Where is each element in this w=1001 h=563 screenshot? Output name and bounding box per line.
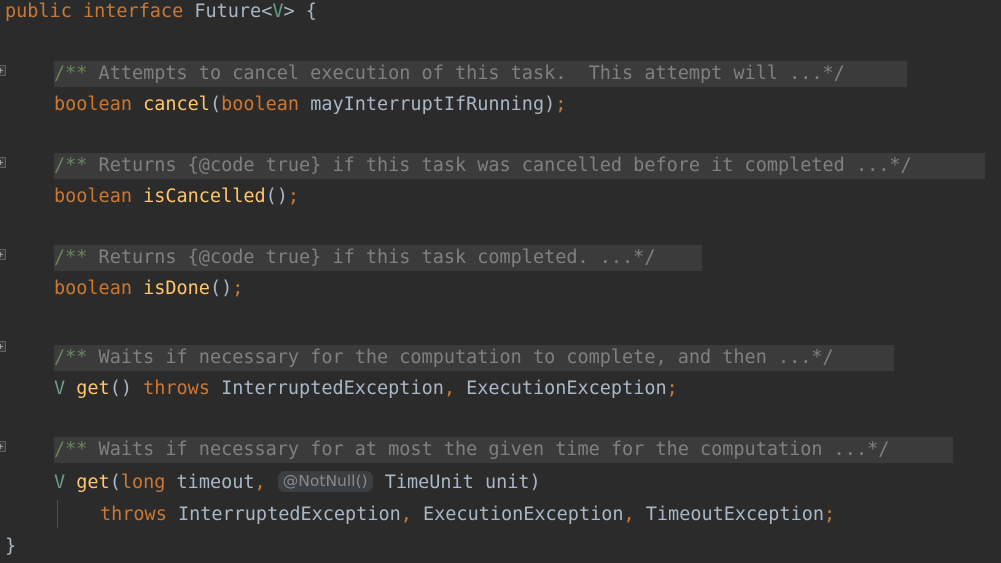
return-type-boolean: boolean bbox=[54, 94, 132, 115]
semicolon: ; bbox=[666, 378, 678, 399]
code-line-close-brace[interactable]: } bbox=[5, 531, 16, 563]
collapsed-javadoc-text: Returns {@code true} if this task was ca… bbox=[87, 155, 912, 176]
comma: , bbox=[400, 504, 412, 525]
return-type-boolean: boolean bbox=[54, 186, 132, 207]
collapsed-javadoc-text: Waits if necessary for at most the given… bbox=[87, 439, 890, 460]
generic-close-bracket: > bbox=[283, 1, 295, 22]
code-line-method-get[interactable]: V get() throws InterruptedException, Exe… bbox=[54, 373, 678, 405]
code-line-interface-declaration[interactable]: public interface Future<V> { bbox=[5, 0, 317, 28]
close-brace: } bbox=[5, 536, 17, 557]
javadoc-start-marker: /** bbox=[54, 155, 88, 176]
comma: , bbox=[443, 378, 455, 399]
collapsed-javadoc-get-timeout[interactable]: /** Waits if necessary for at most the g… bbox=[54, 437, 953, 463]
code-line-method-get-timeout[interactable]: V get(long timeout, @NotNull() TimeUnit … bbox=[54, 467, 541, 499]
collapsed-javadoc-text: Returns {@code true} if this task comple… bbox=[87, 247, 656, 268]
method-name-get: get bbox=[76, 378, 110, 399]
parentheses: () bbox=[209, 278, 233, 299]
code-line-method-is-done[interactable]: boolean isDone(); bbox=[54, 273, 243, 305]
javadoc-start-marker: /** bbox=[54, 439, 88, 460]
javadoc-start-marker: /** bbox=[54, 347, 88, 368]
param-name-timeout: timeout bbox=[176, 472, 255, 493]
paren-open: ( bbox=[209, 94, 222, 115]
exception-timeout: TimeoutException bbox=[645, 504, 824, 525]
param-name-may-interrupt-if-running: mayInterruptIfRunning bbox=[310, 94, 545, 115]
collapsed-javadoc-cancel[interactable]: /** Attempts to cancel execution of this… bbox=[54, 61, 907, 87]
collapsed-javadoc-is-done[interactable]: /** Returns {@code true} if this task co… bbox=[54, 245, 702, 271]
collapsed-javadoc-is-cancelled[interactable]: /** Returns {@code true} if this task wa… bbox=[54, 153, 985, 179]
class-name-future: Future bbox=[194, 1, 262, 22]
collapsed-javadoc-text: Attempts to cancel execution of this tas… bbox=[87, 63, 845, 84]
param-type-time-unit: TimeUnit bbox=[384, 472, 474, 493]
type-parameter-v: V bbox=[272, 1, 284, 22]
semicolon: ; bbox=[287, 186, 300, 207]
keyword-public: public bbox=[5, 1, 72, 22]
parentheses: () bbox=[109, 378, 132, 399]
parentheses: () bbox=[265, 186, 288, 207]
javadoc-start-marker: /** bbox=[54, 247, 88, 268]
paren-open: ( bbox=[109, 472, 121, 493]
exception-interrupted: InterruptedException bbox=[177, 504, 401, 525]
inlay-hint-notnull[interactable]: @NotNull() bbox=[277, 471, 373, 492]
collapsed-javadoc-get[interactable]: /** Waits if necessary for the computati… bbox=[54, 345, 894, 371]
generic-open-bracket: < bbox=[261, 1, 273, 22]
semicolon: ; bbox=[232, 278, 244, 299]
exception-interrupted: InterruptedException bbox=[221, 378, 444, 399]
method-name-get: get bbox=[76, 472, 110, 493]
paren-close: ) bbox=[529, 472, 541, 493]
keyword-throws: throws bbox=[100, 504, 167, 525]
param-name-unit: unit bbox=[484, 472, 530, 493]
collapsed-javadoc-text: Waits if necessary for the computation t… bbox=[87, 347, 834, 368]
code-line-throws-clause[interactable]: throws InterruptedException, ExecutionEx… bbox=[100, 499, 835, 531]
comma: , bbox=[254, 472, 266, 493]
return-type-v: V bbox=[54, 378, 66, 399]
keyword-throws: throws bbox=[143, 378, 210, 399]
param-type-long: long bbox=[120, 472, 166, 493]
code-line-method-cancel[interactable]: boolean cancel(boolean mayInterruptIfRun… bbox=[54, 89, 566, 121]
semicolon: ; bbox=[555, 94, 567, 115]
return-type-boolean: boolean bbox=[54, 278, 132, 299]
indent-guide bbox=[57, 500, 58, 528]
param-type-boolean: boolean bbox=[221, 94, 300, 115]
code-line-method-is-cancelled[interactable]: boolean isCancelled(); bbox=[54, 181, 299, 213]
semicolon: ; bbox=[824, 504, 836, 525]
comma: , bbox=[623, 504, 635, 525]
open-brace: { bbox=[305, 1, 317, 22]
exception-execution: ExecutionException bbox=[423, 504, 624, 525]
return-type-v: V bbox=[54, 472, 66, 493]
keyword-interface: interface bbox=[82, 1, 184, 22]
method-name-is-done: isDone bbox=[143, 278, 210, 299]
javadoc-start-marker: /** bbox=[54, 63, 88, 84]
code-content[interactable]: public interface Future<V> { /** Attempt… bbox=[0, 0, 1001, 563]
method-name-is-cancelled: isCancelled bbox=[143, 186, 266, 207]
method-name-cancel: cancel bbox=[143, 94, 210, 115]
code-editor[interactable]: public interface Future<V> { /** Attempt… bbox=[0, 0, 1001, 563]
exception-execution: ExecutionException bbox=[466, 378, 667, 399]
paren-close: ) bbox=[544, 94, 556, 115]
